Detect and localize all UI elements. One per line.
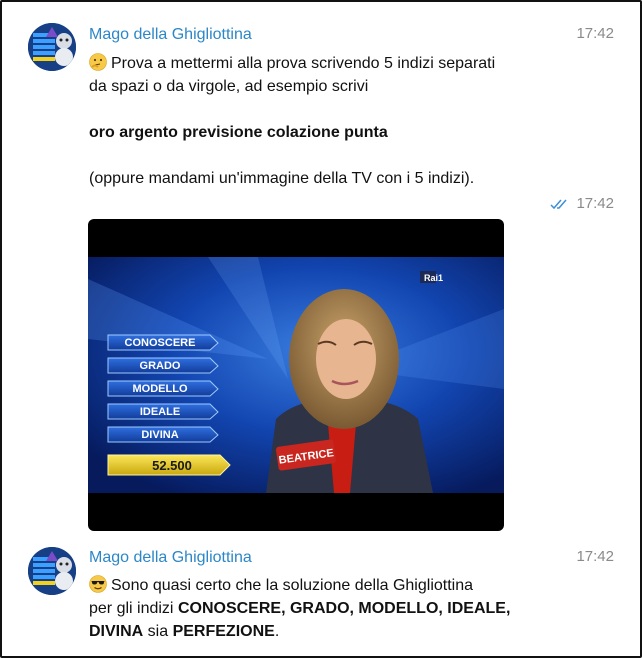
message-time: 17:42 <box>576 195 614 212</box>
bot-avatar[interactable] <box>28 547 76 595</box>
message-line: da spazi o da virgole, ad esempio scrivi <box>89 78 369 95</box>
message-text: Sono quasi certo che la soluzione della … <box>89 574 559 643</box>
chat-window: Mago della Ghigliottina 17:42 Prova a me… <box>0 0 642 658</box>
bot-avatar[interactable] <box>28 23 76 71</box>
clue-label: CONOSCERE <box>125 337 196 349</box>
clue-label: MODELLO <box>133 383 188 395</box>
sunglasses-face-icon <box>89 575 107 593</box>
prize-amount: 52.500 <box>152 458 192 473</box>
message-line: . <box>274 623 280 640</box>
clue-label: DIVINA <box>141 429 178 441</box>
message-line: Sono quasi certo che la soluzione della … <box>111 577 474 594</box>
sender-name[interactable]: Mago della Ghigliottina <box>89 26 252 44</box>
message-line: per gli indizi <box>89 600 178 617</box>
message-time: 17:42 <box>576 548 614 565</box>
thinking-face-icon <box>89 53 107 71</box>
tv-screenshot-image: BEATRICE Rai1 CONOSCERE GRADO MODELLO ID… <box>88 257 504 493</box>
message-line: sia <box>143 623 173 640</box>
message-line: (oppure mandami un'immagine della TV con… <box>89 170 475 187</box>
channel-logo: Rai1 <box>424 273 443 283</box>
clue-label: GRADO <box>140 360 181 372</box>
message-time: 17:42 <box>576 25 614 42</box>
solution-word: PERFEZIONE <box>172 623 275 640</box>
clue-label: IDEALE <box>140 406 180 418</box>
tv-screenshot-photo[interactable]: BEATRICE Rai1 CONOSCERE GRADO MODELLO ID… <box>88 219 504 531</box>
read-check-icon <box>550 199 567 210</box>
message-text: Prova a mettermi alla prova scrivendo 5 … <box>89 52 559 190</box>
message-line: Prova a mettermi alla prova scrivendo 5 … <box>111 55 496 72</box>
example-clues: oro argento previsione colazione punta <box>89 124 388 141</box>
sender-name[interactable]: Mago della Ghigliottina <box>89 549 252 567</box>
clue-last: DIVINA <box>89 623 144 640</box>
clues-list: CONOSCERE, GRADO, MODELLO, IDEALE, <box>177 600 511 617</box>
